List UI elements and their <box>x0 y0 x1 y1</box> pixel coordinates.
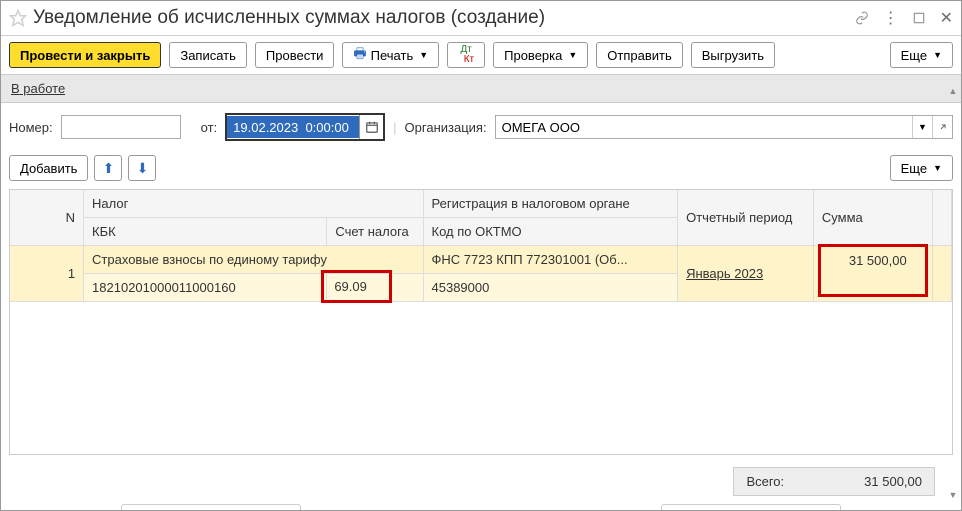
main-toolbar: Провести и закрыть Записать Провести 🖶 П… <box>1 36 961 75</box>
chevron-down-icon: ▼ <box>419 50 428 60</box>
number-label: Номер: <box>9 120 53 135</box>
scroll-down-icon[interactable]: ▼ <box>949 490 958 500</box>
org-label: Организация: <box>405 120 487 135</box>
save-button[interactable]: Записать <box>169 42 247 68</box>
col-oktmo[interactable]: Код по ОКТМО <box>423 218 678 246</box>
printer-icon: 🖶 <box>353 43 366 67</box>
col-tax[interactable]: Налог <box>84 190 423 218</box>
total-value: 31 500,00 <box>864 474 922 489</box>
org-field: ▼ <box>495 115 953 139</box>
kebab-icon[interactable]: ⋮ <box>883 8 898 28</box>
cell-kbk: 18210201000011000160 <box>84 274 327 302</box>
move-down-button[interactable]: ⬇ <box>128 155 156 181</box>
calendar-button[interactable] <box>359 115 383 139</box>
col-period[interactable]: Отчетный период <box>678 190 814 246</box>
date-field <box>225 113 385 141</box>
table-more-button[interactable]: Еще ▼ <box>890 155 953 181</box>
titlebar: Уведомление об исчисленных суммах налого… <box>1 1 961 36</box>
cell-period[interactable]: Январь 2023 <box>678 246 814 302</box>
cell-acct: 69.09 <box>327 274 423 302</box>
more-button[interactable]: Еще ▼ <box>890 42 953 68</box>
export-button[interactable]: Выгрузить <box>691 42 775 68</box>
cell-oktmo: 45389000 <box>423 274 678 302</box>
dk-button[interactable]: Дт Кт <box>447 42 485 68</box>
cell-reg: ФНС 7723 КПП 772301001 (Об... <box>423 246 678 274</box>
calendar-icon <box>365 120 379 134</box>
close-icon[interactable]: ✕ <box>940 8 953 28</box>
arrow-up-icon: ⬆ <box>103 160 115 177</box>
post-button[interactable]: Провести <box>255 42 335 68</box>
org-dropdown-button[interactable]: ▼ <box>912 116 932 138</box>
check-button[interactable]: Проверка ▼ <box>493 42 588 68</box>
window-title: Уведомление об исчисленных суммах налого… <box>33 7 855 29</box>
form-header: Номер: от: | Организация: ▼ <box>1 103 961 151</box>
status-link[interactable]: В работе <box>11 81 65 96</box>
post-and-close-button[interactable]: Провести и закрыть <box>9 42 161 68</box>
col-kbk[interactable]: КБК <box>84 218 327 246</box>
star-icon[interactable] <box>9 9 27 27</box>
move-up-button[interactable]: ⬆ <box>94 155 122 181</box>
dk-icon: Дт Кт <box>458 45 474 65</box>
arrow-down-icon: ⬇ <box>137 160 149 177</box>
table-row[interactable]: 1 Страховые взносы по единому тарифу ФНС… <box>10 246 952 274</box>
cell-n: 1 <box>10 246 84 302</box>
chevron-down-icon: ▼ <box>933 50 942 60</box>
sum-highlight: 31 500,00 <box>818 244 928 297</box>
col-acct[interactable]: Счет налога <box>327 218 423 246</box>
total-box: Всего: 31 500,00 <box>733 467 935 496</box>
date-input[interactable] <box>227 116 359 138</box>
data-table: N Налог Регистрация в налоговом органе О… <box>9 189 953 455</box>
bottom-tabs-fragment <box>1 504 961 510</box>
send-button[interactable]: Отправить <box>596 42 682 68</box>
scroll-up-icon[interactable]: ▲ <box>949 86 958 96</box>
total-bar: Всего: 31 500,00 <box>1 459 943 504</box>
cell-sum: 31 500,00 <box>813 246 932 302</box>
vertical-scrollbar[interactable]: ▲ ▼ <box>947 86 959 500</box>
number-input[interactable] <box>61 115 181 139</box>
print-button[interactable]: 🖶 Печать ▼ <box>342 42 439 68</box>
chevron-down-icon: ▼ <box>933 163 942 173</box>
col-sum[interactable]: Сумма <box>813 190 932 246</box>
statusbar: В работе <box>1 75 961 103</box>
link-icon[interactable] <box>855 11 869 25</box>
col-n[interactable]: N <box>10 190 84 246</box>
add-button[interactable]: Добавить <box>9 155 88 181</box>
from-label: от: <box>201 120 218 135</box>
total-label: Всего: <box>746 474 784 489</box>
col-reg[interactable]: Регистрация в налоговом органе <box>423 190 678 218</box>
acct-highlight: 69.09 <box>321 270 392 303</box>
org-input[interactable] <box>496 117 912 137</box>
table-toolbar: Добавить ⬆ ⬇ Еще ▼ <box>1 151 961 185</box>
maximize-icon[interactable] <box>912 11 926 25</box>
chevron-down-icon: ▼ <box>568 50 577 60</box>
period-link[interactable]: Январь 2023 <box>686 266 763 281</box>
separator: | <box>393 120 396 135</box>
open-icon <box>938 122 948 132</box>
